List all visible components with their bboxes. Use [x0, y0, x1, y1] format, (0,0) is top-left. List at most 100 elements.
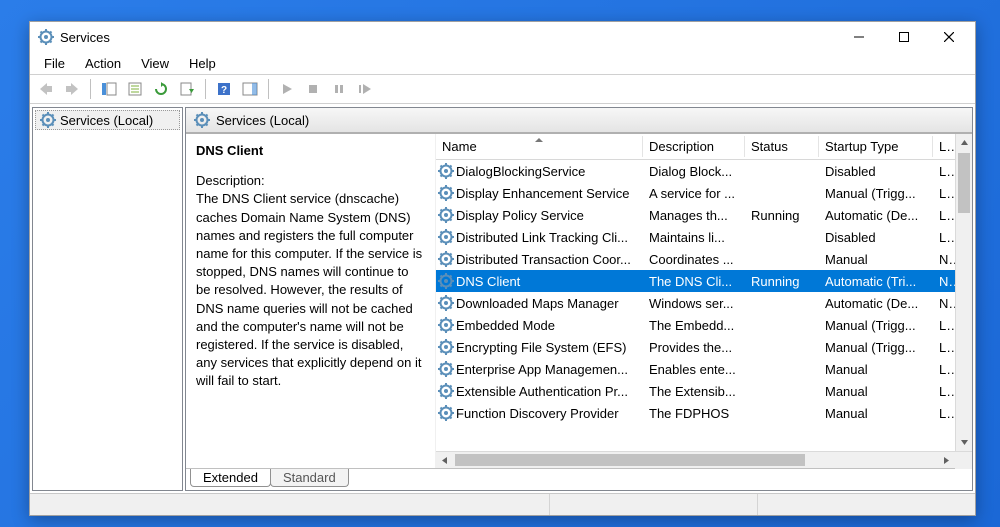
service-desc-cell: The DNS Cli... [643, 274, 745, 289]
tree-services-local[interactable]: Services (Local) [35, 110, 180, 130]
column-status[interactable]: Status [745, 136, 819, 157]
service-startup-cell: Manual [819, 406, 933, 421]
service-desc-cell: The FDPHOS [643, 406, 745, 421]
column-name[interactable]: Name [436, 136, 643, 157]
service-startup-cell: Disabled [819, 230, 933, 245]
table-row[interactable]: Display Policy ServiceManages th...Runni… [436, 204, 972, 226]
scroll-right-icon[interactable] [938, 452, 955, 469]
table-row[interactable]: Distributed Link Tracking Cli... Maintain… [436, 226, 972, 248]
show-hide-tree-button[interactable] [97, 77, 121, 101]
table-row[interactable]: DialogBlockingService Dialog Block... Disa… [436, 160, 972, 182]
table-row[interactable]: Distributed Transaction Coor...Coordinat… [436, 248, 972, 270]
help-button[interactable]: ? [212, 77, 236, 101]
gear-icon [438, 317, 454, 333]
close-button[interactable] [926, 23, 971, 51]
service-startup-cell: Manual [819, 362, 933, 377]
gear-icon [438, 229, 454, 245]
service-startup-cell: Manual (Trigg... [819, 340, 933, 355]
statusbar [30, 493, 975, 515]
service-status-cell: Running [745, 274, 819, 289]
services-rows[interactable]: DialogBlockingService Dialog Block... Disa… [436, 160, 972, 451]
details-pane: DNS Client Description: The DNS Client s… [186, 134, 435, 468]
services-window: Services File Action View Help [29, 21, 976, 516]
column-description[interactable]: Description [643, 136, 745, 157]
start-service-button[interactable] [275, 77, 299, 101]
vertical-scrollbar[interactable] [955, 134, 972, 451]
scroll-down-icon[interactable] [956, 434, 972, 451]
scrollbar-thumb[interactable] [455, 454, 805, 466]
service-desc-cell: The Embedd... [643, 318, 745, 333]
service-desc-cell: The Extensib... [643, 384, 745, 399]
restart-service-button[interactable] [353, 77, 377, 101]
service-desc-cell: Enables ente... [643, 362, 745, 377]
gear-icon [438, 207, 454, 223]
table-row[interactable]: Embedded ModeThe Embedd...Manual (Trigg.… [436, 314, 972, 336]
scrollbar-corner [955, 452, 972, 469]
service-name-cell: Display Enhancement Service [456, 186, 629, 201]
description-label: Description: [196, 172, 425, 190]
service-startup-cell: Automatic (De... [819, 296, 933, 311]
service-desc-cell: A service for ... [643, 186, 745, 201]
titlebar[interactable]: Services [30, 22, 975, 52]
maximize-button[interactable] [881, 23, 926, 51]
table-row[interactable]: Extensible Authentication Pr...The Exten… [436, 380, 972, 402]
gear-icon [438, 339, 454, 355]
svg-text:?: ? [221, 85, 227, 96]
client-area: Services (Local) Services (Local) DNS Cl… [30, 104, 975, 493]
pause-service-button[interactable] [327, 77, 351, 101]
show-hide-action-pane-button[interactable] [238, 77, 262, 101]
service-desc-cell: Maintains li... [643, 230, 745, 245]
scroll-up-icon[interactable] [956, 134, 972, 151]
menu-file[interactable]: File [34, 54, 75, 73]
gear-icon [438, 163, 454, 179]
minimize-button[interactable] [836, 23, 881, 51]
menu-help[interactable]: Help [179, 54, 226, 73]
tab-standard[interactable]: Standard [270, 469, 349, 487]
table-row[interactable]: Function Discovery ProviderThe FDPHOSMan… [436, 402, 972, 424]
refresh-button[interactable] [149, 77, 173, 101]
back-button[interactable] [34, 77, 58, 101]
table-row[interactable]: Encrypting File System (EFS)Provides the… [436, 336, 972, 358]
view-tabs: Extended Standard [186, 468, 972, 490]
properties-button[interactable] [123, 77, 147, 101]
forward-button[interactable] [60, 77, 84, 101]
selected-service-name: DNS Client [196, 142, 425, 160]
service-name-cell: DNS Client [456, 274, 520, 289]
gear-icon [438, 251, 454, 267]
table-row[interactable]: Enterprise App Managemen...Enables ente.… [436, 358, 972, 380]
service-startup-cell: Automatic (De... [819, 208, 933, 223]
scroll-left-icon[interactable] [436, 452, 453, 469]
table-row[interactable]: Display Enhancement Service A service for… [436, 182, 972, 204]
table-row[interactable]: DNS Client The DNS Cli...RunningAutomatic… [436, 270, 972, 292]
gear-icon [438, 295, 454, 311]
gear-icon [438, 361, 454, 377]
service-startup-cell: Disabled [819, 164, 933, 179]
menubar: File Action View Help [30, 52, 975, 74]
service-desc-cell: Windows ser... [643, 296, 745, 311]
gear-icon [40, 112, 56, 128]
column-startup-type[interactable]: Startup Type [819, 136, 933, 157]
service-startup-cell: Manual (Trigg... [819, 186, 933, 201]
tab-extended[interactable]: Extended [190, 469, 271, 487]
horizontal-scrollbar[interactable] [436, 451, 972, 468]
service-name-cell: DialogBlockingService [456, 164, 585, 179]
service-name-cell: Downloaded Maps Manager [456, 296, 619, 311]
window-title: Services [60, 30, 836, 45]
scrollbar-thumb[interactable] [958, 153, 970, 213]
service-startup-cell: Automatic (Tri... [819, 274, 933, 289]
service-desc-cell: Dialog Block... [643, 164, 745, 179]
stop-service-button[interactable] [301, 77, 325, 101]
service-name-cell: Display Policy Service [456, 208, 584, 223]
menu-view[interactable]: View [131, 54, 179, 73]
console-tree[interactable]: Services (Local) [32, 107, 183, 491]
service-startup-cell: Manual (Trigg... [819, 318, 933, 333]
gear-icon [438, 273, 454, 289]
table-row[interactable]: Downloaded Maps Manager Windows ser... Aut… [436, 292, 972, 314]
service-desc-cell: Provides the... [643, 340, 745, 355]
export-list-button[interactable] [175, 77, 199, 101]
tree-item-label: Services (Local) [60, 113, 153, 128]
service-status-cell: Running [745, 208, 819, 223]
service-name-cell: Distributed Link Tracking Cli... [456, 230, 628, 245]
service-startup-cell: Manual [819, 252, 933, 267]
menu-action[interactable]: Action [75, 54, 131, 73]
